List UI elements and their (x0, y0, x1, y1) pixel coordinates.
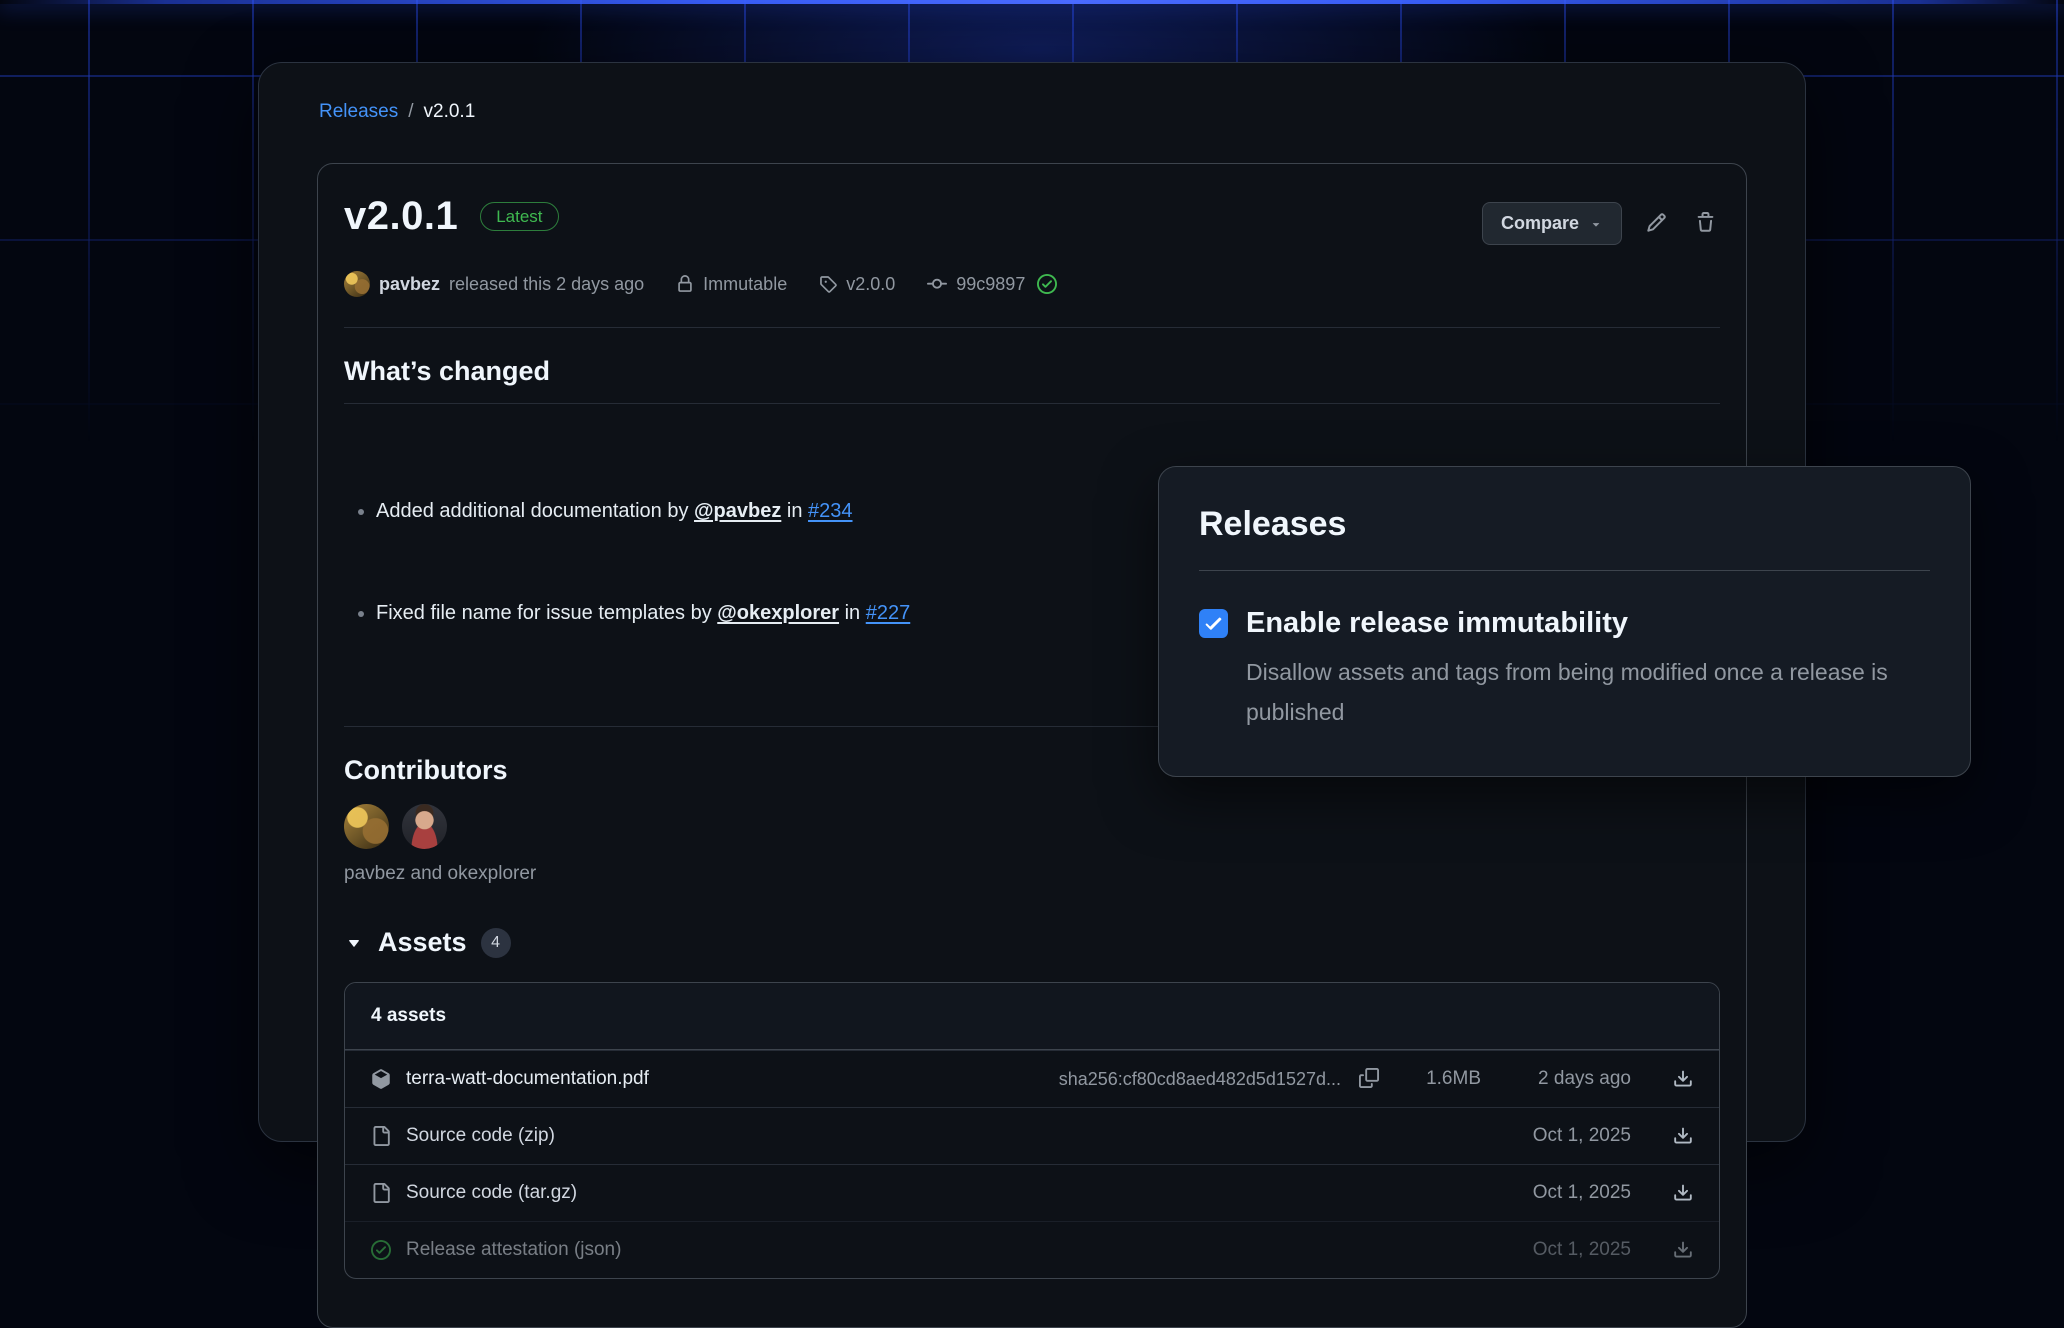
triangle-down-icon (344, 933, 364, 953)
download-icon (1673, 1240, 1693, 1260)
copy-sha-button[interactable] (1357, 1066, 1381, 1093)
immutable-indicator: Immutable (676, 274, 787, 295)
release-actions: Compare (1482, 202, 1720, 245)
chevron-down-icon (1589, 217, 1603, 231)
compare-button[interactable]: Compare (1482, 202, 1622, 245)
asset-date: Oct 1, 2025 (1481, 1239, 1631, 1261)
release-title: v2.0.1 (344, 194, 458, 239)
commit-indicator: 99c9897 (927, 274, 1057, 295)
tag-icon (819, 275, 837, 293)
asset-size: 1.6MB (1381, 1068, 1481, 1090)
release-title-group: v2.0.1 Latest (344, 194, 559, 239)
trash-icon (1695, 212, 1716, 233)
asset-row: Release attestation (json) Oct 1, 2025 (345, 1221, 1719, 1278)
download-asset-button[interactable] (1631, 1238, 1693, 1262)
asset-row: terra-watt-documentation.pdf sha256:cf80… (345, 1050, 1719, 1107)
copy-icon (1359, 1068, 1379, 1088)
change-text: in (839, 602, 866, 624)
asset-file-link[interactable]: Source code (zip) (406, 1125, 1481, 1147)
checkmark-icon (1203, 613, 1224, 634)
asset-row: Source code (tar.gz) Oct 1, 2025 (345, 1164, 1719, 1221)
asset-file-link[interactable]: Source code (tar.gz) (406, 1182, 1481, 1204)
package-icon (371, 1069, 391, 1089)
pencil-icon (1646, 212, 1667, 233)
asset-sha-digest: sha256:cf80cd8aed482d5d1527d... (1059, 1069, 1341, 1090)
user-mention-link[interactable]: @okexplorer (717, 602, 839, 624)
change-text: Added additional documentation by (376, 500, 694, 522)
immutability-setting-row: Enable release immutability (1199, 607, 1930, 640)
delete-release-button[interactable] (1691, 208, 1720, 240)
compare-button-label: Compare (1501, 213, 1579, 234)
released-ago-text: released this 2 days ago (449, 274, 644, 295)
user-mention-link[interactable]: @pavbez (694, 500, 781, 522)
author-avatar[interactable] (344, 271, 370, 297)
release-meta-row: pavbez released this 2 days ago Immutabl… (344, 271, 1720, 328)
file-zip-icon (371, 1183, 391, 1203)
edit-release-button[interactable] (1642, 208, 1671, 240)
whats-changed-heading: What’s changed (344, 356, 1720, 404)
release-author-group: pavbez released this 2 days ago (344, 271, 644, 297)
pr-link[interactable]: #227 (866, 602, 911, 624)
download-asset-button[interactable] (1631, 1181, 1693, 1205)
contributor-names: pavbez and okexplorer (344, 863, 1720, 885)
change-text: in (781, 500, 808, 522)
breadcrumb-current: v2.0.1 (424, 101, 476, 123)
assets-toggle[interactable]: Assets 4 (344, 927, 1720, 958)
latest-badge: Latest (480, 202, 558, 231)
download-asset-button[interactable] (1631, 1067, 1693, 1091)
asset-file-link[interactable]: terra-watt-documentation.pdf (406, 1068, 1059, 1090)
assets-table: 4 assets terra-watt-documentation.pdf sh… (344, 982, 1720, 1279)
tag-indicator: v2.0.0 (819, 274, 895, 295)
breadcrumb: Releases / v2.0.1 (319, 101, 1747, 123)
breadcrumb-releases-link[interactable]: Releases (319, 101, 398, 123)
assets-heading: Assets (378, 927, 467, 958)
verified-check-icon (1037, 274, 1057, 294)
download-icon (1673, 1126, 1693, 1146)
immutability-checkbox[interactable] (1199, 609, 1228, 638)
immutable-label: Immutable (703, 274, 787, 295)
assets-count-badge: 4 (481, 928, 511, 958)
immutability-description: Disallow assets and tags from being modi… (1246, 652, 1918, 732)
lock-icon (676, 275, 694, 293)
contributor-avatar-okexplorer[interactable] (402, 804, 447, 849)
check-circle-icon (371, 1240, 391, 1260)
change-text: Fixed file name for issue templates by (376, 602, 717, 624)
tag-name: v2.0.0 (846, 274, 895, 295)
download-icon (1673, 1069, 1693, 1089)
breadcrumb-separator: / (408, 101, 413, 123)
asset-date: 2 days ago (1481, 1068, 1631, 1090)
asset-file-link[interactable]: Release attestation (json) (406, 1239, 1481, 1261)
releases-settings-popup: Releases Enable release immutability Dis… (1158, 466, 1971, 777)
popup-divider (1199, 570, 1930, 571)
git-commit-icon (927, 274, 947, 294)
asset-row: Source code (zip) Oct 1, 2025 (345, 1107, 1719, 1164)
pr-link[interactable]: #234 (808, 500, 853, 522)
download-asset-button[interactable] (1631, 1124, 1693, 1148)
author-name[interactable]: pavbez (379, 274, 440, 295)
asset-date: Oct 1, 2025 (1481, 1125, 1631, 1147)
file-zip-icon (371, 1126, 391, 1146)
contributor-avatar-pavbez[interactable] (344, 804, 389, 849)
assets-table-header: 4 assets (345, 983, 1719, 1050)
popup-heading: Releases (1199, 505, 1930, 544)
asset-date: Oct 1, 2025 (1481, 1182, 1631, 1204)
release-header: v2.0.1 Latest Compare (344, 194, 1720, 245)
background-top-glow-line (0, 0, 2064, 4)
download-icon (1673, 1183, 1693, 1203)
contributor-avatars (344, 804, 1720, 849)
immutability-label[interactable]: Enable release immutability (1246, 607, 1628, 640)
commit-sha[interactable]: 99c9897 (956, 274, 1025, 295)
